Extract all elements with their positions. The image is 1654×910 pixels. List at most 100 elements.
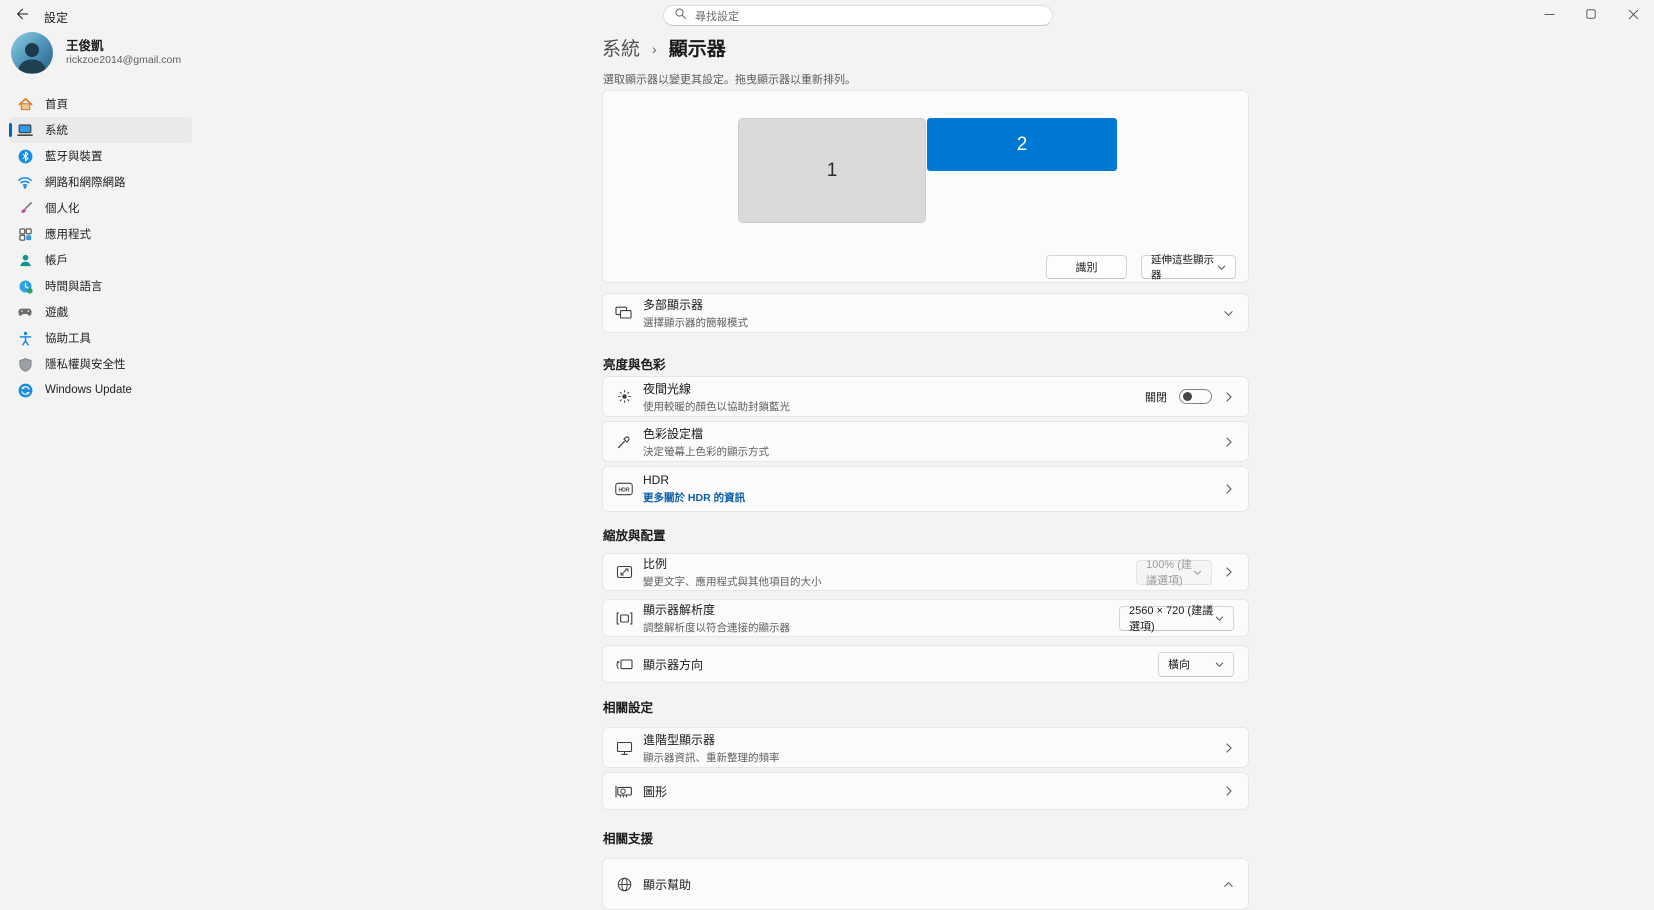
- gaming-icon: [17, 304, 33, 320]
- scale-dropdown: 100% (建議選項): [1136, 560, 1212, 585]
- accessibility-icon: [17, 330, 33, 346]
- app-title: 設定: [44, 9, 68, 26]
- toggle-knob: [1183, 392, 1192, 401]
- color-profile-row[interactable]: 色彩設定檔 決定螢幕上色彩的顯示方式: [602, 421, 1249, 462]
- sidebar-item-bluetooth-devices[interactable]: 藍牙與裝置: [9, 143, 192, 169]
- sidebar-item-label: 協助工具: [45, 330, 91, 346]
- scale-dropdown-value: 100% (建議選項): [1146, 556, 1193, 588]
- multiple-displays-row[interactable]: 多部顯示器 選擇顯示器的簡報模式: [602, 293, 1249, 333]
- resolution-row: 顯示器解析度 調整解析度以符合連接的顯示器 2560 × 720 (建議選項): [602, 599, 1249, 637]
- chevron-up-icon: [1223, 879, 1234, 890]
- row-subtitle: 顯示器資訊、重新整理的頻率: [643, 750, 780, 765]
- breadcrumb-system[interactable]: 系統: [602, 34, 640, 61]
- resolution-dropdown[interactable]: 2560 × 720 (建議選項): [1119, 606, 1234, 631]
- multiple-displays-icon: [615, 306, 633, 321]
- resolution-icon: [615, 611, 633, 626]
- sidebar-item-windows-update[interactable]: Windows Update: [9, 377, 192, 403]
- sidebar-item-personalization[interactable]: 個人化: [9, 195, 192, 221]
- chevron-down-icon: [1215, 614, 1224, 623]
- sidebar-nav: 首頁 系統 藍牙與裝置 網路和網際網路 個人化 應用程式 帳戶: [9, 91, 192, 403]
- sidebar-item-network-internet[interactable]: 網路和網際網路: [9, 169, 192, 195]
- sidebar-item-label: 系統: [45, 122, 68, 138]
- sidebar-item-label: 個人化: [45, 200, 80, 216]
- sidebar-item-label: 遊戲: [45, 304, 68, 320]
- row-title: 圖形: [643, 783, 667, 800]
- color-profile-icon: [615, 434, 633, 450]
- display-help-icon: [615, 876, 633, 893]
- section-header-related-support: 相關支援: [603, 828, 653, 847]
- orientation-icon: [615, 657, 633, 672]
- chevron-right-icon: [1224, 391, 1234, 403]
- profile-name: 王俊凱: [66, 39, 181, 54]
- graphics-row[interactable]: 圖形: [602, 772, 1249, 810]
- row-subtitle: 調整解析度以符合連接的顯示器: [643, 620, 790, 635]
- sidebar-item-label: 網路和網際網路: [45, 174, 126, 190]
- row-title: 色彩設定檔: [643, 425, 769, 442]
- chevron-right-icon: [1224, 785, 1234, 797]
- monitor-2-selected[interactable]: 2: [927, 118, 1117, 171]
- page-title: 顯示器: [669, 34, 726, 61]
- monitor-1[interactable]: 1: [738, 118, 926, 223]
- sidebar-item-label: Windows Update: [45, 384, 132, 396]
- page-description: 選取顯示器以變更其設定。拖曳顯示器以重新排列。: [603, 71, 856, 87]
- user-profile[interactable]: 王俊凱 rickzoe2014@gmail.com: [11, 32, 181, 74]
- row-title: 比例: [643, 555, 822, 572]
- sidebar-item-label: 隱私權與安全性: [45, 356, 126, 372]
- sidebar-item-privacy-security[interactable]: 隱私權與安全性: [9, 351, 192, 377]
- orientation-dropdown-value: 橫向: [1168, 656, 1190, 672]
- chevron-down-icon: [1217, 263, 1226, 272]
- back-button[interactable]: [8, 4, 36, 28]
- sidebar-item-apps[interactable]: 應用程式: [9, 221, 192, 247]
- scale-icon: [615, 564, 633, 580]
- row-subtitle: 決定螢幕上色彩的顯示方式: [643, 444, 769, 459]
- graphics-icon: [615, 784, 633, 799]
- section-header-related-settings: 相關設定: [603, 697, 653, 716]
- home-icon: [17, 96, 33, 112]
- network-icon: [17, 174, 33, 190]
- time-language-icon: [17, 278, 33, 294]
- night-light-toggle[interactable]: [1179, 389, 1212, 404]
- row-title: HDR: [643, 473, 745, 487]
- sidebar-item-accounts[interactable]: 帳戶: [9, 247, 192, 273]
- sidebar-item-label: 首頁: [45, 96, 68, 112]
- row-title: 顯示器方向: [643, 656, 703, 673]
- row-title: 顯示幫助: [643, 876, 691, 893]
- apps-icon: [17, 226, 33, 242]
- sidebar-item-label: 藍牙與裝置: [45, 148, 103, 164]
- section-header-brightness-color: 亮度與色彩: [603, 354, 666, 373]
- hdr-info-link[interactable]: 更多關於 HDR 的資訊: [643, 490, 745, 505]
- sidebar-item-time-language[interactable]: 時間與語言: [9, 273, 192, 299]
- display-help-row[interactable]: 顯示幫助: [602, 858, 1249, 910]
- back-arrow-icon: [15, 7, 29, 26]
- chevron-down-icon: [1215, 660, 1224, 669]
- sidebar-item-accessibility[interactable]: 協助工具: [9, 325, 192, 351]
- display-mode-value: 延伸這些顯示器: [1151, 252, 1217, 282]
- row-subtitle: 使用較暖的顏色以協助封鎖藍光: [643, 399, 790, 414]
- night-light-row[interactable]: 夜間光線 使用較暖的顏色以協助封鎖藍光 關閉: [602, 376, 1249, 417]
- breadcrumb-separator: ›: [652, 41, 657, 57]
- profile-email: rickzoe2014@gmail.com: [66, 54, 181, 67]
- sidebar-item-label: 應用程式: [45, 226, 91, 242]
- system-icon: [17, 122, 33, 138]
- hdr-row[interactable]: HDR HDR 更多關於 HDR 的資訊: [602, 466, 1249, 512]
- advanced-display-row[interactable]: 進階型顯示器 顯示器資訊、重新整理的頻率: [602, 727, 1249, 768]
- privacy-icon: [17, 356, 33, 372]
- display-mode-dropdown[interactable]: 延伸這些顯示器: [1141, 255, 1236, 279]
- minimize-button[interactable]: [1528, 0, 1570, 28]
- svg-text:HDR: HDR: [618, 487, 629, 493]
- sidebar-item-label: 時間與語言: [45, 278, 103, 294]
- sidebar-item-system[interactable]: 系統: [9, 117, 192, 143]
- avatar: [11, 32, 53, 74]
- chevron-right-icon: [1224, 436, 1234, 448]
- maximize-button[interactable]: [1570, 0, 1612, 28]
- close-button[interactable]: [1612, 0, 1654, 28]
- sidebar-item-gaming[interactable]: 遊戲: [9, 299, 192, 325]
- windows-update-icon: [17, 382, 33, 398]
- identify-button[interactable]: 識別: [1046, 255, 1127, 279]
- scale-row[interactable]: 比例 變更文字、應用程式與其他項目的大小 100% (建議選項): [602, 553, 1249, 591]
- toggle-state-label: 關閉: [1145, 389, 1167, 405]
- sidebar-item-label: 帳戶: [45, 252, 68, 268]
- orientation-dropdown[interactable]: 橫向: [1158, 652, 1234, 677]
- row-subtitle: 變更文字、應用程式與其他項目的大小: [643, 574, 822, 589]
- sidebar-item-home[interactable]: 首頁: [9, 91, 192, 117]
